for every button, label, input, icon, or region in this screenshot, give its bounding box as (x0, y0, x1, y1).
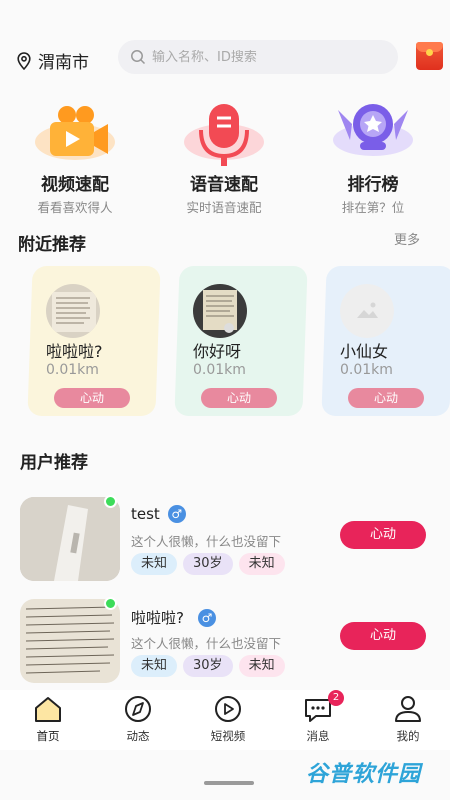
user-tags: 未知 30岁 未知 (131, 553, 285, 575)
tab-home[interactable]: 首页 (16, 694, 80, 744)
user-photo (20, 599, 120, 683)
tab-profile[interactable]: 我的 (376, 694, 440, 744)
male-icon: ♂ (197, 608, 216, 627)
ranking-entry[interactable]: 排行榜 排在第？位 (308, 100, 438, 216)
tag: 未知 (131, 553, 178, 575)
ranking-subtitle: 排在第？位 (341, 200, 405, 215)
video-match-title: 视频速配 (41, 175, 109, 195)
nearby-name: 啦啦啦? (46, 342, 103, 361)
user-name-row: test ♂ (131, 505, 186, 523)
like-button[interactable]: 心动 (340, 521, 426, 549)
avatar (46, 284, 100, 338)
search-bar[interactable] (118, 40, 398, 74)
user-list-item[interactable]: test ♂ 这个人很懒，什么也没留下 未知 30岁 未知 心动 (0, 495, 450, 593)
user-list-item[interactable]: 啦啦啦? ♂ 这个人很懒，什么也没留下 未知 30岁 未知 心动 (0, 597, 450, 695)
nearby-more-link[interactable]: 更多 (394, 229, 420, 248)
tag: 未知 (238, 655, 285, 677)
home-icon (32, 694, 64, 724)
watermark-logo: 谷普软件园 (306, 756, 421, 788)
video-match-subtitle: 看看喜欢得人 (37, 200, 113, 215)
user-recommend-title: 用户推荐 (20, 453, 88, 473)
nearby-card[interactable]: 你好呀 0.01km 心动 (174, 266, 308, 416)
home-indicator (204, 781, 254, 785)
nearby-card[interactable]: 小仙女 0.01km 心动 (321, 266, 450, 416)
voice-match-title: 语音速配 (190, 175, 258, 195)
tab-label: 首页 (36, 729, 60, 743)
nearby-card-list: 啦啦啦? 0.01km 心动 你好呀 0.01km 心动 小仙女 0.01km … (27, 266, 450, 418)
like-button[interactable]: 心动 (340, 622, 426, 650)
nearby-name: 小仙女 (340, 342, 389, 361)
search-input[interactable] (152, 49, 382, 65)
red-packet-icon[interactable] (416, 42, 443, 70)
ranking-medal-icon (328, 100, 418, 170)
male-icon: ♂ (167, 505, 186, 523)
tag: 30岁 (183, 553, 233, 575)
microphone-icon (179, 100, 269, 170)
like-button[interactable]: 心动 (54, 388, 130, 408)
video-camera-icon (30, 100, 120, 170)
city-label: 渭南市 (38, 53, 89, 73)
user-bio: 这个人很懒，什么也没留下 (131, 534, 282, 549)
tag: 未知 (131, 655, 178, 677)
watermark-text: 谷普软件园 (306, 762, 422, 787)
nearby-section-title: 附近推荐 (18, 235, 86, 255)
tab-label: 消息 (306, 729, 330, 743)
video-match-entry[interactable]: 视频速配 看看喜欢得人 (10, 100, 140, 216)
image-placeholder-icon (340, 284, 394, 338)
like-button[interactable]: 心动 (348, 388, 424, 408)
compass-icon (122, 694, 154, 724)
user-name: test (131, 505, 160, 523)
user-bio: 这个人很懒，什么也没留下 (131, 636, 282, 651)
nearby-distance: 0.01km (193, 362, 246, 378)
nearby-distance: 0.01km (340, 362, 393, 378)
tag: 30岁 (183, 655, 233, 677)
voice-match-entry[interactable]: 语音速配 实时语音速配 (159, 100, 289, 216)
like-button[interactable]: 心动 (201, 388, 277, 408)
play-circle-icon (212, 694, 244, 724)
tab-label: 短视频 (210, 729, 246, 743)
user-icon (392, 694, 424, 724)
online-indicator (104, 597, 117, 610)
avatar (193, 284, 247, 338)
quick-match-section: 视频速配 看看喜欢得人 语音速配 实时语音速配 排行榜 排在第？位 (0, 100, 450, 215)
nearby-card[interactable]: 啦啦啦? 0.01km 心动 (27, 266, 161, 416)
tab-short-video[interactable]: 短视频 (196, 694, 260, 744)
avatar (340, 284, 394, 338)
bottom-tab-bar: 首页 动态 短视频 2 消息 我的 (0, 690, 450, 750)
unread-badge: 2 (328, 690, 344, 706)
location-selector[interactable]: 渭南市 (16, 48, 89, 73)
header: 渭南市 (0, 30, 450, 86)
voice-match-subtitle: 实时语音速配 (186, 200, 262, 215)
search-icon (131, 50, 146, 65)
user-tags: 未知 30岁 未知 (131, 655, 285, 677)
tag: 未知 (238, 553, 285, 575)
tab-moments[interactable]: 动态 (106, 694, 170, 744)
location-pin-icon (17, 51, 31, 70)
online-indicator (104, 495, 117, 508)
ranking-title: 排行榜 (347, 175, 399, 195)
nearby-distance: 0.01km (46, 362, 99, 378)
chat-bubble-icon: 2 (302, 690, 344, 724)
nearby-name: 你好呀 (193, 342, 242, 361)
user-photo (20, 497, 120, 581)
tab-label: 我的 (396, 729, 420, 743)
tab-messages[interactable]: 2 消息 (286, 690, 350, 744)
tab-label: 动态 (126, 729, 150, 743)
user-name: 啦啦啦? (131, 609, 184, 627)
user-name-row: 啦啦啦? ♂ (131, 607, 216, 628)
